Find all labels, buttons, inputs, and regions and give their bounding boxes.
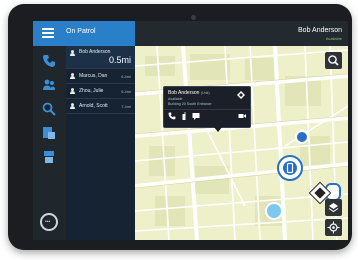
video-icon[interactable] [238, 112, 246, 120]
list-item-distance: 7.4mi [121, 104, 131, 109]
list-item[interactable]: Bob Anderson 0.5mi [66, 46, 135, 69]
call-icon[interactable] [168, 112, 176, 120]
list-item-name: Marcus, Dan [79, 73, 108, 79]
locate-icon [327, 221, 340, 234]
layers-icon [328, 203, 339, 213]
user-name[interactable]: Bob Anderson [298, 27, 342, 34]
list-item[interactable]: Marcus, Dan 6.4mi [66, 69, 135, 84]
popup-location: Building 20 South Entrance [168, 102, 212, 106]
radio-icon[interactable] [180, 112, 188, 120]
person-icon [70, 88, 75, 94]
person-icon [70, 103, 75, 109]
patrol-header: On Patrol [33, 21, 135, 46]
patrol-title: On Patrol [66, 28, 96, 35]
phone-icon[interactable] [42, 54, 56, 68]
patrol-list: Bob Anderson 0.5mi Marcus, Dan 6.4mi Zho… [66, 46, 135, 240]
popup-pointer [213, 126, 223, 132]
message-icon[interactable] [192, 112, 200, 120]
popup-name: Bob Anderson (Unit) [168, 90, 210, 96]
list-item[interactable]: Zhou, Julie 6.4mi [66, 84, 135, 99]
device-icon[interactable] [42, 150, 56, 164]
map-view[interactable]: Bob Anderson (Unit) Available Building 2… [135, 46, 348, 240]
list-item-distance: 6.4mi [121, 74, 131, 79]
more-button[interactable]: ••• [40, 213, 58, 231]
selected-unit-marker[interactable] [277, 155, 303, 181]
list-item-name: Zhou, Julie [79, 88, 104, 94]
group-icon[interactable] [42, 78, 56, 92]
person-icon [70, 73, 75, 79]
map-layers-button[interactable] [325, 199, 342, 216]
menu-icon[interactable] [42, 28, 54, 38]
my-location-button[interactable] [325, 219, 342, 236]
unit-marker[interactable] [295, 130, 309, 144]
list-item-name: Arnold, Scott [79, 103, 108, 109]
top-bar: On Patrol Bob Anderson Available [33, 21, 348, 46]
list-item-distance: 6.4mi [121, 89, 131, 94]
popup-status: Available [168, 97, 183, 101]
navigate-icon[interactable] [237, 91, 245, 99]
unit-popup[interactable]: Bob Anderson (Unit) Available Building 2… [163, 86, 251, 128]
list-item[interactable]: Arnold, Scott 7.4mi [66, 99, 135, 114]
more-dots-icon: ••• [45, 219, 51, 225]
street-map [135, 46, 348, 240]
popup-divider [164, 109, 250, 110]
map-search-button[interactable] [325, 52, 342, 69]
app-screen: On Patrol Bob Anderson Available ••• Bob… [33, 21, 348, 240]
report-icon[interactable] [42, 126, 56, 140]
device-icon [286, 162, 294, 174]
nav-rail: ••• [33, 46, 66, 240]
camera [191, 15, 196, 20]
waypoint-marker[interactable] [265, 202, 283, 220]
search-icon[interactable] [42, 102, 56, 116]
list-item-distance: 0.5mi [108, 55, 131, 65]
person-icon [70, 50, 75, 56]
list-item-name: Bob Anderson [79, 49, 111, 55]
user-status: Available [325, 36, 342, 41]
search-icon [328, 55, 339, 66]
